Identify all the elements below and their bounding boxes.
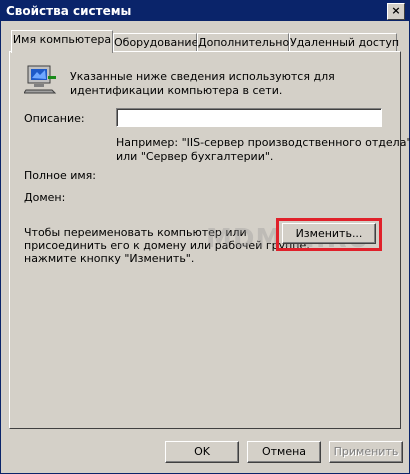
apply-button[interactable]: Применить: [329, 441, 403, 463]
close-button[interactable]: ×: [387, 3, 405, 20]
computer-icon: [24, 65, 57, 94]
title-bar[interactable]: Свойства системы ×: [1, 1, 409, 21]
description-label: Описание:: [24, 112, 85, 125]
change-button-label: Изменить...: [295, 227, 363, 240]
domain-label: Домен:: [24, 191, 66, 204]
tab-computer-name[interactable]: Имя компьютера: [11, 30, 113, 53]
change-button[interactable]: Изменить...: [282, 223, 376, 244]
tab-advanced[interactable]: Дополнительно: [197, 33, 289, 52]
window-title: Свойства системы: [6, 4, 132, 18]
apply-label: Применить: [333, 445, 399, 458]
tab-panel: Указанные ниже сведения используются для…: [9, 51, 410, 429]
tab-label: Дополнительно: [198, 36, 290, 49]
tab-hardware[interactable]: Оборудование: [113, 33, 199, 52]
tab-label: Оборудование: [114, 36, 199, 49]
description-example-line1: Например: "IIS-сервер производственного …: [116, 136, 410, 149]
cancel-label: Отмена: [261, 445, 307, 458]
tab-remote[interactable]: Удаленный доступ: [289, 33, 400, 52]
info-text-line1: Указанные ниже сведения используются для: [70, 70, 335, 83]
cancel-button[interactable]: Отмена: [247, 441, 321, 463]
full-name-label: Полное имя:: [24, 169, 96, 182]
description-example-line2: или "Сервер бухгалтерии".: [116, 150, 274, 163]
system-properties-window: Свойства системы × Имя компьютера Оборуд…: [0, 0, 410, 474]
ok-label: OK: [194, 445, 210, 458]
ok-button[interactable]: OK: [165, 441, 239, 463]
description-input[interactable]: [116, 108, 382, 127]
tab-label: Имя компьютера: [12, 33, 112, 46]
rename-text-line3: нажмите кнопку "Изменить".: [24, 252, 195, 265]
info-text-line2: идентификации компьютера в сети.: [70, 84, 283, 97]
tab-label: Удаленный доступ: [290, 36, 400, 49]
